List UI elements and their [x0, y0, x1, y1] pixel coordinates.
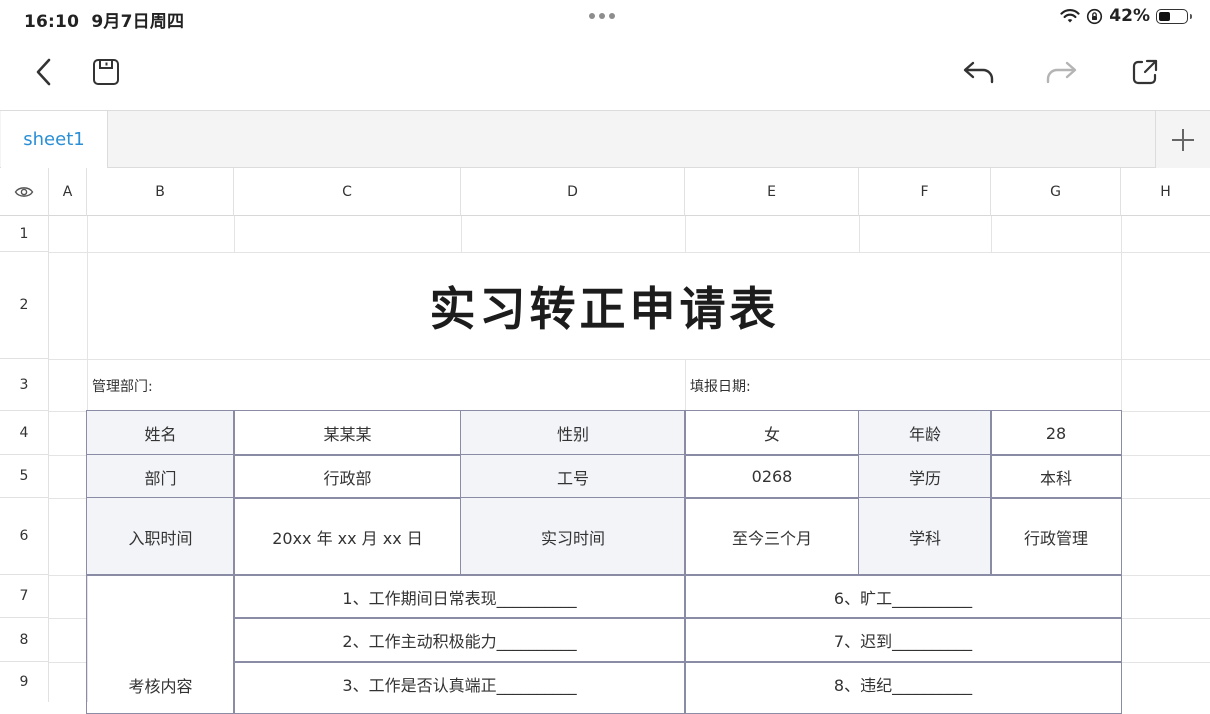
row-header-4[interactable]: 4 — [0, 411, 49, 455]
gridline — [859, 216, 860, 252]
name-value[interactable]: 某某某 — [233, 410, 462, 456]
eye-icon — [14, 186, 34, 197]
assessment-item-1[interactable]: 1、工作期间日常表现__________ — [233, 574, 686, 619]
age-label[interactable]: 年龄 — [858, 410, 992, 456]
spreadsheet-grid[interactable]: A B C D E F G H 1 2 3 4 5 6 7 8 9 实习转正申请… — [0, 168, 1210, 714]
row-header-1[interactable]: 1 — [0, 216, 49, 252]
save-icon — [93, 59, 119, 85]
gridline — [1121, 662, 1210, 663]
row-header-3[interactable]: 3 — [0, 359, 49, 411]
employee-id-value[interactable]: 0268 — [684, 454, 860, 499]
row-header-6[interactable]: 6 — [0, 498, 49, 575]
assessment-label[interactable]: 考核内容 — [86, 574, 235, 714]
tab-sheet1[interactable]: sheet1 — [1, 111, 108, 168]
gridline — [685, 359, 686, 411]
dept-label[interactable]: 部门 — [86, 454, 235, 499]
gridline — [49, 618, 87, 619]
education-label[interactable]: 学历 — [858, 454, 992, 499]
intern-period-label[interactable]: 实习时间 — [460, 497, 686, 576]
column-header-h[interactable]: H — [1121, 168, 1210, 216]
employee-id-label[interactable]: 工号 — [460, 454, 686, 499]
redo-icon — [1046, 61, 1077, 84]
assessment-item-2[interactable]: 2、工作主动积极能力__________ — [233, 617, 686, 663]
visibility-toggle[interactable] — [0, 168, 49, 216]
row-header-9[interactable]: 9 — [0, 662, 49, 702]
column-header-g[interactable]: G — [991, 168, 1121, 216]
column-header-c[interactable]: C — [234, 168, 461, 216]
age-value[interactable]: 28 — [990, 410, 1122, 456]
assessment-item-3[interactable]: 3、工作是否认真端正__________ — [233, 661, 686, 714]
assessment-item-6[interactable]: 6、旷工__________ — [684, 574, 1122, 619]
assessment-item-7[interactable]: 7、迟到__________ — [684, 617, 1122, 663]
education-value[interactable]: 本科 — [990, 454, 1122, 499]
status-time: 16:10 9月7日周四 — [24, 12, 185, 32]
join-date-value[interactable]: 20xx 年 xx 月 xx 日 — [233, 497, 462, 576]
status-bar: 16:10 9月7日周四 42% — [0, 0, 1210, 34]
row-header-2[interactable]: 2 — [0, 252, 49, 359]
back-button[interactable] — [26, 54, 62, 90]
column-header-f[interactable]: F — [859, 168, 991, 216]
row-header-8[interactable]: 8 — [0, 618, 49, 662]
status-right: 42% — [1060, 6, 1192, 26]
chevron-left-icon — [36, 58, 51, 86]
column-header-b[interactable]: B — [87, 168, 234, 216]
gridline — [1121, 575, 1210, 576]
gridline — [461, 216, 462, 252]
gridline — [49, 575, 87, 576]
battery-percent: 42% — [1109, 6, 1150, 26]
undo-icon — [963, 61, 994, 84]
gridline — [1121, 455, 1210, 456]
column-header-d[interactable]: D — [461, 168, 685, 216]
gender-label[interactable]: 性别 — [460, 410, 686, 456]
gridline — [991, 216, 992, 252]
battery-icon — [1156, 8, 1192, 24]
column-header-a[interactable]: A — [49, 168, 87, 216]
share-icon — [1132, 59, 1158, 85]
wifi-icon — [1060, 9, 1080, 23]
multitask-dots[interactable] — [589, 13, 615, 19]
gender-value[interactable]: 女 — [684, 410, 860, 456]
undo-button[interactable] — [961, 54, 997, 90]
fill-date-label[interactable]: 填报日期: — [690, 360, 1110, 411]
save-button[interactable] — [88, 54, 124, 90]
dept-manage-label[interactable]: 管理部门: — [92, 360, 672, 411]
gridline — [49, 411, 87, 412]
share-button[interactable] — [1127, 54, 1163, 90]
sheet-title[interactable]: 实习转正申请表 — [88, 253, 1121, 359]
column-header-e[interactable]: E — [685, 168, 859, 216]
subject-label[interactable]: 学科 — [858, 497, 992, 576]
gridline — [49, 498, 87, 499]
join-date-label[interactable]: 入职时间 — [86, 497, 235, 576]
plus-icon — [1172, 128, 1194, 151]
gridline — [234, 216, 235, 252]
gridline — [49, 455, 87, 456]
toolbar — [0, 34, 1210, 110]
assessment-item-8[interactable]: 8、违纪__________ — [684, 661, 1122, 714]
rotation-lock-icon — [1087, 8, 1103, 24]
sheet-tabs-bar: sheet1 — [0, 110, 1210, 168]
gridline — [1121, 618, 1210, 619]
gridline — [1121, 498, 1210, 499]
name-label[interactable]: 姓名 — [86, 410, 235, 456]
row-header-5[interactable]: 5 — [0, 455, 49, 498]
gridline — [1121, 411, 1210, 412]
subject-value[interactable]: 行政管理 — [990, 497, 1122, 576]
gridline — [49, 662, 87, 663]
row-header-7[interactable]: 7 — [0, 575, 49, 618]
intern-period-value[interactable]: 至今三个月 — [684, 497, 860, 576]
dept-value[interactable]: 行政部 — [233, 454, 462, 499]
add-sheet-button[interactable] — [1155, 111, 1210, 168]
gridline — [685, 216, 686, 252]
redo-button[interactable] — [1043, 54, 1079, 90]
